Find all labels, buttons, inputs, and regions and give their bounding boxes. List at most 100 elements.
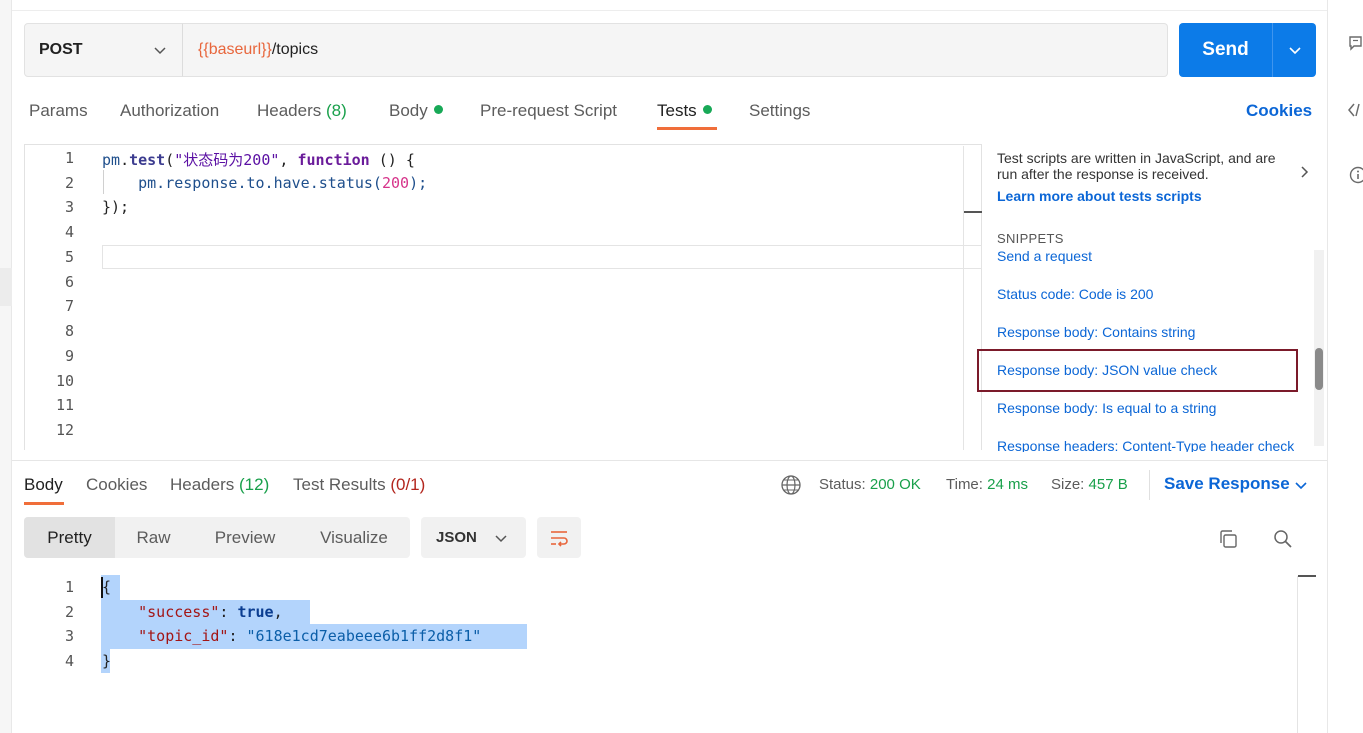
url-variable: {{baseurl}} xyxy=(198,41,272,58)
active-tab-indicator xyxy=(24,502,64,505)
json-value: "618e1cd7eabeee6b1ff2d8f1" xyxy=(246,627,482,645)
json-line-3: "topic_id": "618e1cd7eabeee6b1ff2d8f1" xyxy=(138,627,482,645)
chevron-down-icon xyxy=(1289,47,1301,55)
tab-body[interactable]: Body xyxy=(389,101,443,121)
view-visualize-button[interactable]: Visualize xyxy=(298,517,410,558)
line-number: 12 xyxy=(55,421,74,439)
line-number: 3 xyxy=(64,627,74,645)
code-keyword: function xyxy=(297,151,370,169)
active-tab-indicator xyxy=(657,127,717,130)
status-value: 200 OK xyxy=(869,476,921,493)
snippets-scroll-thumb[interactable] xyxy=(1315,348,1323,390)
json-value: true xyxy=(237,603,274,621)
tab-headers-count: (8) xyxy=(326,101,347,120)
wrap-icon xyxy=(551,531,568,547)
tab-body-label: Body xyxy=(389,101,428,120)
snippet-link[interactable]: Status code: Code is 200 xyxy=(997,286,1153,302)
time-readout: Time: 24 ms xyxy=(946,476,1028,493)
line-number: 11 xyxy=(55,396,74,414)
response-tab-headers[interactable]: Headers (12) xyxy=(170,475,269,495)
method-label: POST xyxy=(39,41,83,58)
url-input[interactable] xyxy=(182,23,1168,77)
response-tab-headers-label: Headers xyxy=(170,475,235,494)
size-readout: Size: 457 B xyxy=(1051,476,1128,493)
url-text: {{baseurl}}/topics xyxy=(198,41,318,59)
view-pretty-button[interactable]: Pretty xyxy=(24,517,115,558)
url-path: /topics xyxy=(271,41,319,58)
chevron-down-icon[interactable] xyxy=(1293,477,1309,493)
code-token: () { xyxy=(369,151,415,169)
snippet-link[interactable]: Response body: Contains string xyxy=(997,324,1195,340)
code-token: pm.response.to.have.status( xyxy=(102,174,382,192)
search-icon[interactable] xyxy=(1272,528,1294,550)
response-tab-body[interactable]: Body xyxy=(24,475,63,495)
tab-headers[interactable]: Headers (8) xyxy=(257,101,347,121)
code-line-3: }); xyxy=(102,198,130,216)
json-line-2: "success": true, xyxy=(138,603,283,621)
response-tab-test-results[interactable]: Test Results (0/1) xyxy=(293,475,425,495)
view-preview-button[interactable]: Preview xyxy=(192,517,298,558)
size-label: Size: xyxy=(1051,476,1085,493)
code-icon[interactable] xyxy=(1345,101,1363,119)
send-button[interactable]: Send xyxy=(1179,23,1272,77)
line-number: 1 xyxy=(64,149,74,167)
line-number: 1 xyxy=(64,578,74,596)
json-key: "success" xyxy=(138,603,220,621)
line-number: 4 xyxy=(64,223,74,241)
editor-scrollbar[interactable] xyxy=(963,146,982,450)
line-number: 5 xyxy=(64,248,74,266)
chevron-down-icon xyxy=(152,42,168,58)
response-tab-cookies[interactable]: Cookies xyxy=(86,475,147,495)
tests-description: Test scripts are written in JavaScript, … xyxy=(997,150,1276,182)
code-token: ); xyxy=(409,174,428,192)
line-number: 2 xyxy=(64,603,74,621)
line-number: 9 xyxy=(64,347,74,365)
globe-icon[interactable] xyxy=(780,474,802,496)
tab-params[interactable]: Params xyxy=(29,101,88,121)
status-label: Status: xyxy=(819,476,866,493)
code-line-2: pm.response.to.have.status(200); xyxy=(102,174,427,192)
status-dot xyxy=(433,105,443,114)
time-value: 24 ms xyxy=(987,476,1028,493)
left-gutter-marker xyxy=(0,268,12,306)
line-number: 8 xyxy=(64,322,74,340)
snippet-link[interactable]: Send a request xyxy=(997,248,1092,264)
editor-scroll-marker xyxy=(964,211,982,213)
save-response-button[interactable]: Save Response xyxy=(1164,474,1290,494)
tab-tests[interactable]: Tests xyxy=(657,101,712,121)
json-line-1: { xyxy=(102,578,112,596)
snippets-heading: SNIPPETS xyxy=(997,231,1064,246)
divider xyxy=(1149,470,1150,500)
snippet-highlight-box xyxy=(977,349,1298,392)
code-token: . xyxy=(120,151,130,169)
copy-icon[interactable] xyxy=(1217,528,1239,550)
tab-tests-label: Tests xyxy=(657,101,697,120)
cookies-link[interactable]: Cookies xyxy=(1246,101,1312,121)
json-key: "topic_id" xyxy=(138,627,229,645)
tab-authorization[interactable]: Authorization xyxy=(120,101,219,121)
top-divider xyxy=(12,10,1327,11)
time-label: Time: xyxy=(946,476,983,493)
comment-icon[interactable] xyxy=(1345,34,1363,52)
tab-headers-label: Headers xyxy=(257,101,322,120)
tab-prerequest-script[interactable]: Pre-request Script xyxy=(480,101,617,121)
response-scrollbar[interactable] xyxy=(1297,576,1315,733)
snippet-link[interactable]: Response body: Is equal to a string xyxy=(997,400,1216,416)
snippet-link[interactable]: Response headers: Content-Type header ch… xyxy=(997,438,1294,452)
json-line-4: } xyxy=(102,652,112,670)
code-token: ( xyxy=(165,151,175,169)
size-value: 457 B xyxy=(1088,476,1128,493)
format-label: JSON xyxy=(436,529,477,546)
current-line-highlight xyxy=(102,245,982,269)
view-raw-button[interactable]: Raw xyxy=(115,517,192,558)
tab-settings[interactable]: Settings xyxy=(749,101,810,121)
chevron-right-icon[interactable] xyxy=(1296,164,1312,180)
send-options-button[interactable] xyxy=(1272,23,1316,77)
info-icon[interactable] xyxy=(1345,166,1363,184)
status-dot xyxy=(702,105,712,114)
line-number: 6 xyxy=(64,273,74,291)
pane-divider[interactable] xyxy=(12,460,1327,461)
wrap-lines-button[interactable] xyxy=(537,517,581,558)
line-number: 10 xyxy=(55,372,74,390)
learn-more-link[interactable]: Learn more about tests scripts xyxy=(997,188,1202,204)
